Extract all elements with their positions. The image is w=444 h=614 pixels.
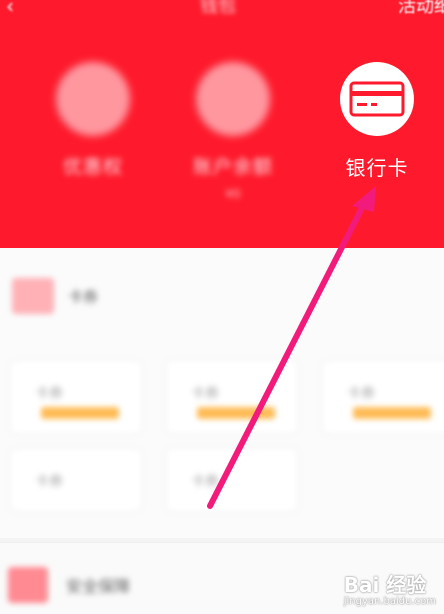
annotation-arrow <box>207 186 376 509</box>
watermark-url: jingyan.baidu.com <box>343 596 436 607</box>
baidu-jingyan-watermark: Bai 经验 jingyan.baidu.com <box>344 569 436 607</box>
watermark-brand: Bai 经验 <box>343 573 427 597</box>
